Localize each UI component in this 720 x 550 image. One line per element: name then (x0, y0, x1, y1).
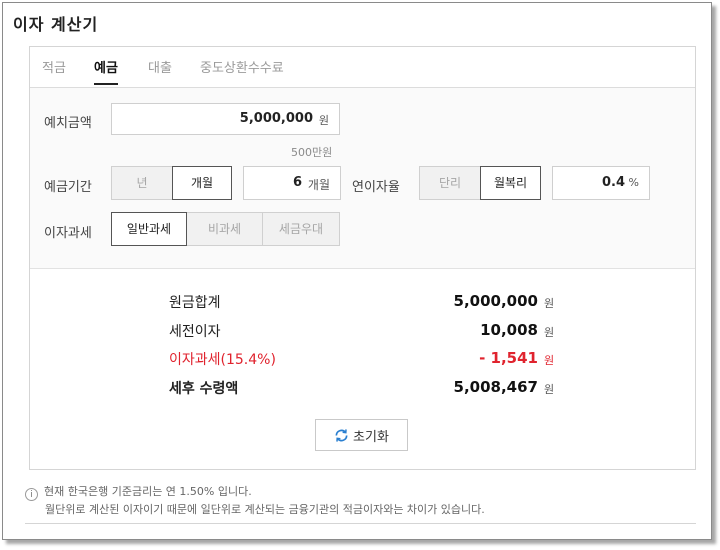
net-amount-unit: 원 (544, 383, 555, 396)
period-year-button[interactable]: 년 (111, 166, 173, 200)
note-base-rate-text: 현재 한국은행 기준금리는 연 1.50% 입니다. (44, 485, 252, 498)
pretax-interest-value: 10,008 (480, 321, 538, 339)
deposit-amount-unit: 원 (318, 114, 329, 127)
principal-total-label: 원금합계 (169, 295, 221, 311)
pretax-interest-unit: 원 (544, 326, 555, 339)
reset-button[interactable]: 초기화 (315, 419, 408, 451)
simple-interest-button[interactable]: 단리 (419, 166, 481, 200)
monthly-compound-button[interactable]: 월복리 (480, 166, 541, 200)
period-value: 6 (292, 175, 302, 190)
note-base-rate: i 현재 한국은행 기준금리는 연 1.50% 입니다. (25, 483, 485, 501)
period-month-button[interactable]: 개월 (172, 166, 232, 200)
interest-rate-label: 연이자율 (352, 180, 400, 195)
calculator-window: 이자 계산기 적금 예금 대출 중도상환수수료 예치금액 5,000,000 원… (2, 2, 712, 540)
net-amount-value: 5,008,467 (453, 378, 538, 396)
refresh-icon (335, 428, 348, 442)
period-value-field[interactable]: 6 개월 (243, 166, 341, 200)
note-calculation: 월단위로 계산된 이자이기 때문에 일단위로 계산되는 금융기관의 적금이자와는… (45, 503, 485, 516)
calculator-panel: 적금 예금 대출 중도상환수수료 예치금액 5,000,000 원 500만원 … (29, 46, 696, 470)
principal-total-unit: 원 (544, 297, 555, 310)
notes: i 현재 한국은행 기준금리는 연 1.50% 입니다. 월단위로 계산된 이자이… (25, 483, 485, 519)
reset-button-label: 초기화 (353, 429, 389, 445)
tab-deposit[interactable]: 예금 (94, 57, 118, 85)
interest-tax-result-value: - 1,541 (479, 349, 538, 367)
tax-exempt-button[interactable]: 비과세 (186, 212, 263, 246)
interest-rate-value: 0.4 (601, 175, 625, 190)
tax-general-button[interactable]: 일반과세 (111, 212, 187, 246)
principal-total-value: 5,000,000 (453, 292, 538, 310)
calculator-title: 이자 계산기 (13, 15, 99, 34)
pretax-interest-label: 세전이자 (169, 324, 221, 340)
interest-tax-label: 이자과세 (44, 226, 92, 241)
input-form: 예치금액 5,000,000 원 500만원 예금기간 년 개월 6 개월 연이… (30, 88, 695, 269)
interest-tax-result-label: 이자과세(15.4%) (169, 352, 276, 368)
tab-installment-savings[interactable]: 적금 (42, 57, 66, 83)
period-label: 예금기간 (44, 180, 92, 195)
tab-bar: 적금 예금 대출 중도상환수수료 (30, 47, 695, 88)
deposit-amount-label: 예치금액 (44, 116, 92, 131)
interest-tax-result-unit: 원 (544, 354, 555, 367)
interest-rate-field[interactable]: 0.4 % (552, 166, 650, 200)
net-amount-label: 세후 수령액 (169, 381, 239, 397)
tab-loan[interactable]: 대출 (148, 57, 172, 83)
tax-preferential-button[interactable]: 세금우대 (262, 212, 340, 246)
deposit-amount-hint: 500만원 (291, 146, 333, 159)
interest-rate-unit: % (628, 176, 639, 189)
tab-prepayment-fee[interactable]: 중도상환수수료 (200, 57, 284, 83)
deposit-amount-field[interactable]: 5,000,000 원 (111, 103, 340, 135)
info-icon: i (25, 488, 38, 501)
divider (25, 523, 696, 524)
period-unit: 개월 (307, 178, 330, 192)
deposit-amount-value: 5,000,000 (239, 111, 313, 126)
